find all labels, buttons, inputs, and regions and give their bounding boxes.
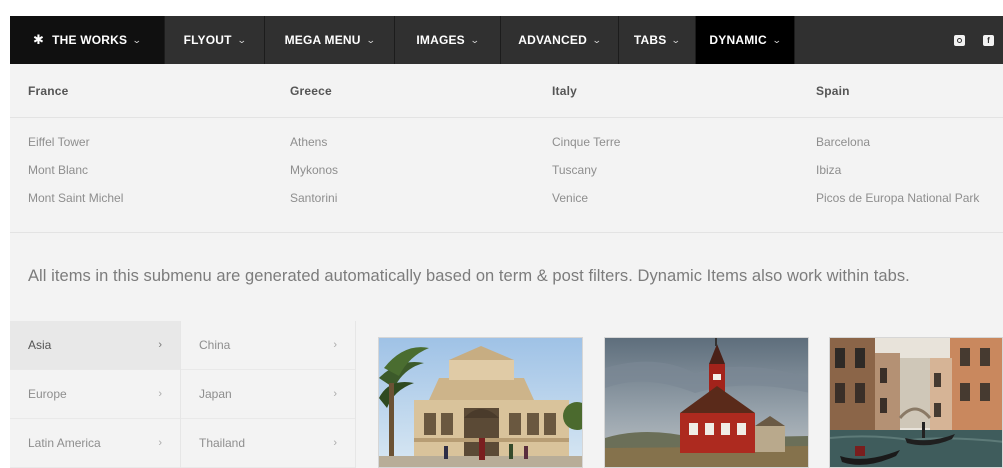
nav-item-label: DYNAMIC xyxy=(709,33,767,47)
main-navbar: ✱ THE WORKS ⌄ FLYOUT ⌄ MEGA MENU ⌄ IMAGE… xyxy=(10,16,1003,64)
country-label: Japan xyxy=(199,387,232,401)
facebook-link[interactable]: f xyxy=(974,16,1003,64)
nav-item-label: TABS xyxy=(633,33,667,47)
chevron-down-icon: ⌄ xyxy=(236,34,247,45)
nav-item-the-works[interactable]: ✱ THE WORKS ⌄ xyxy=(10,16,165,64)
venice-canal-photo[interactable] xyxy=(829,337,1003,468)
chevron-down-icon: ⌄ xyxy=(591,34,602,45)
facebook-icon: f xyxy=(983,34,994,46)
chevron-down-icon: ⌄ xyxy=(132,34,143,45)
instagram-link[interactable] xyxy=(945,16,974,64)
country-item-japan[interactable]: Japan › xyxy=(181,370,355,419)
chevron-right-icon: › xyxy=(333,437,337,449)
column-header-row xyxy=(10,64,1003,118)
country-label: China xyxy=(199,338,231,352)
column-header-greece[interactable]: Greece xyxy=(290,84,332,98)
submenu-description: All items in this submenu are generated … xyxy=(28,267,910,285)
nav-item-label: ADVANCED xyxy=(518,33,587,47)
column-link[interactable]: Tuscany xyxy=(552,162,620,190)
country-list: China › Japan › Thailand › xyxy=(181,321,356,468)
column-header-france[interactable]: France xyxy=(28,84,69,98)
chevron-right-icon: › xyxy=(158,437,162,449)
column-link[interactable]: Cinque Terre xyxy=(552,134,620,162)
nav-item-tabs[interactable]: TABS ⌄ xyxy=(619,16,696,64)
church-photo[interactable] xyxy=(604,337,809,468)
column-link[interactable]: Eiffel Tower xyxy=(28,134,123,162)
nav-item-advanced[interactable]: ADVANCED ⌄ xyxy=(501,16,619,64)
region-list: Asia › Europe › Latin America › xyxy=(10,321,181,468)
chevron-right-icon: › xyxy=(158,388,162,400)
nav-item-label: MEGA MENU xyxy=(284,33,361,47)
column-links-spain: Barcelona Ibiza Picos de Europa National… xyxy=(816,134,979,218)
divider xyxy=(10,232,1003,233)
chevron-down-icon: ⌄ xyxy=(365,34,376,45)
column-link[interactable]: Picos de Europa National Park xyxy=(816,190,979,218)
column-link[interactable]: Santorini xyxy=(290,190,338,218)
region-label: Asia xyxy=(28,338,52,352)
chevron-down-icon: ⌄ xyxy=(771,34,782,45)
nav-item-images[interactable]: IMAGES ⌄ xyxy=(395,16,501,64)
chevron-right-icon: › xyxy=(333,388,337,400)
nav-item-label: IMAGES xyxy=(416,33,465,47)
instagram-icon xyxy=(954,34,965,46)
region-item-latin-america[interactable]: Latin America › xyxy=(10,419,180,468)
column-link[interactable]: Ibiza xyxy=(816,162,979,190)
chevron-right-icon: › xyxy=(333,339,337,351)
nav-item-label: FLYOUT xyxy=(183,33,232,47)
nav-item-flyout[interactable]: FLYOUT ⌄ xyxy=(165,16,265,64)
chevron-down-icon: ⌄ xyxy=(671,34,682,45)
column-links-italy: Cinque Terre Tuscany Venice xyxy=(552,134,620,218)
building-photo[interactable] xyxy=(378,337,583,468)
gear-icon: ✱ xyxy=(33,32,45,47)
column-header-spain[interactable]: Spain xyxy=(816,84,850,98)
chevron-down-icon: ⌄ xyxy=(469,34,480,45)
column-link[interactable]: Barcelona xyxy=(816,134,979,162)
country-label: Thailand xyxy=(199,436,246,450)
region-label: Latin America xyxy=(28,436,101,450)
column-links-greece: Athens Mykonos Santorini xyxy=(290,134,338,218)
region-item-asia[interactable]: Asia › xyxy=(10,321,180,370)
column-links-france: Eiffel Tower Mont Blanc Mont Saint Miche… xyxy=(28,134,123,218)
region-item-europe[interactable]: Europe › xyxy=(10,370,180,419)
column-link[interactable]: Mont Saint Michel xyxy=(28,190,123,218)
country-item-thailand[interactable]: Thailand › xyxy=(181,419,355,468)
region-label: Europe xyxy=(28,387,67,401)
column-header-italy[interactable]: Italy xyxy=(552,84,577,98)
chevron-right-icon: › xyxy=(158,339,162,351)
column-link[interactable]: Venice xyxy=(552,190,620,218)
nav-item-label: THE WORKS xyxy=(52,33,128,47)
country-item-china[interactable]: China › xyxy=(181,321,355,370)
column-link[interactable]: Mykonos xyxy=(290,162,338,190)
column-link[interactable]: Mont Blanc xyxy=(28,162,123,190)
dynamic-submenu-panel: France Greece Italy Spain Eiffel Tower M… xyxy=(10,64,1003,468)
nav-item-dynamic[interactable]: DYNAMIC ⌄ xyxy=(696,16,795,64)
nav-item-mega-menu[interactable]: MEGA MENU ⌄ xyxy=(265,16,395,64)
column-link[interactable]: Athens xyxy=(290,134,338,162)
